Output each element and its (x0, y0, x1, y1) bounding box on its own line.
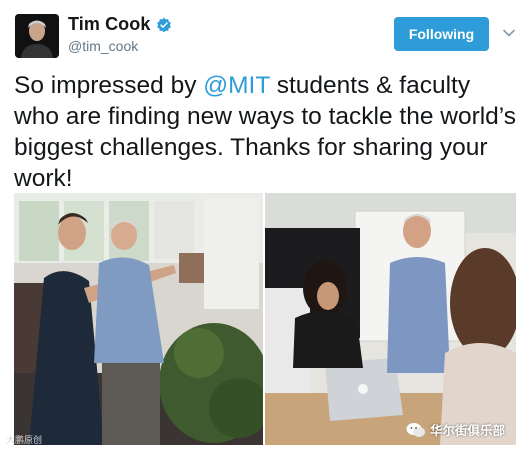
tweet-text-part: So impressed by (14, 72, 204, 99)
tweet-text: So impressed by @MIT students & faculty … (14, 70, 519, 194)
verified-badge-icon (157, 17, 172, 32)
display-name[interactable]: Tim Cook (68, 14, 150, 35)
wechat-icon (406, 422, 425, 437)
avatar[interactable] (15, 14, 59, 58)
watermark-right: 华尔街俱乐部 (406, 420, 505, 439)
photo-right[interactable] (265, 193, 516, 445)
author-name-row: Tim Cook (68, 14, 172, 35)
photo-left[interactable] (14, 193, 263, 445)
chevron-down-icon[interactable] (502, 26, 516, 40)
watermark-text: 华尔街俱乐部 (430, 424, 506, 438)
tweet-card: Tim Cook @tim_cook Following So impresse… (0, 0, 530, 453)
watermark-left: 大鹏原创 (6, 435, 43, 445)
mention-link[interactable]: @MIT (203, 72, 270, 99)
handle[interactable]: @tim_cook (68, 38, 138, 54)
following-button[interactable]: Following (394, 17, 489, 51)
